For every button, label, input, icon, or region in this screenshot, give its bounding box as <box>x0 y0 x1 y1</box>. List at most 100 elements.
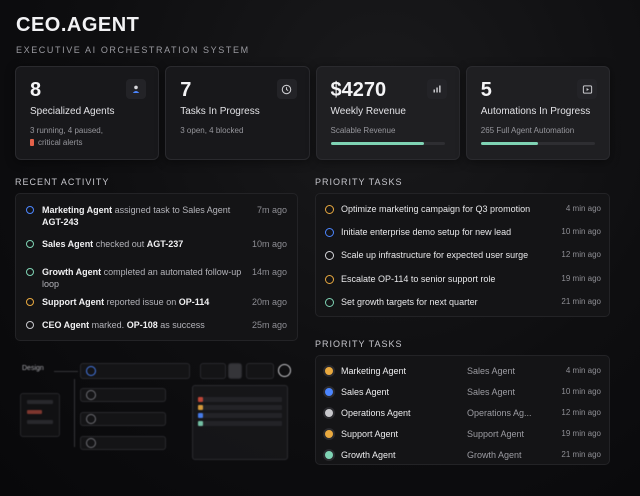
app-title: CEO.AGENT <box>16 14 140 36</box>
priority-tasks-heading: PRIORITY TASKS <box>315 177 403 187</box>
task-time: 4 min ago <box>565 204 601 213</box>
activity-item[interactable]: Growth Agent completed an automated foll… <box>26 266 287 290</box>
stat-alert: critical alerts <box>30 137 144 149</box>
task-name: Escalate OP-114 to senior support role <box>341 274 496 284</box>
stat-card-revenue[interactable]: $4270 Weekly Revenue Scalable Revenue <box>315 66 460 160</box>
workflow-node[interactable] <box>80 363 190 379</box>
activity-item[interactable]: Sales Agent checked out AGT-237 10m ago <box>26 238 287 250</box>
activity-suffix: as success <box>157 320 205 330</box>
workflow-node[interactable] <box>228 363 242 379</box>
agent-row[interactable]: Marketing Agent Sales Agent 4 min ago <box>325 365 601 379</box>
agent-row[interactable]: Support Agent Support Agent 19 min ago <box>325 428 601 442</box>
task-item[interactable]: Initiate enterprise demo setup for new l… <box>325 226 601 240</box>
progress-fill <box>480 142 538 145</box>
agent-name: CEO Agent <box>42 320 90 330</box>
sidebar-line <box>27 410 43 414</box>
activity-item[interactable]: Support Agent reported issue on OP-114 2… <box>26 296 287 308</box>
activity-text: assigned task to Sales Agent <box>112 205 231 215</box>
task-status-icon <box>325 205 334 214</box>
agent-status-icon <box>325 430 333 438</box>
clock-icon[interactable] <box>276 79 297 99</box>
activity-item[interactable]: Marketing Agent assigned task to Sales A… <box>26 204 287 228</box>
stat-label: Weekly Revenue <box>330 106 406 117</box>
agent-role: Support Agent <box>467 429 525 439</box>
activity-time: 7m ago <box>256 205 287 215</box>
ref-id: AGT-237 <box>146 239 184 249</box>
target-icon[interactable] <box>278 364 291 377</box>
status-icon <box>26 206 34 214</box>
activity-time: 25m ago <box>251 320 287 330</box>
agent-role: Sales Agent <box>467 387 516 397</box>
stat-detail: 265 Full Agent Automation <box>480 126 575 135</box>
task-name: Set growth targets for next quarter <box>341 297 478 307</box>
automation-progress-bar <box>480 142 595 145</box>
activity-time: 14m ago <box>251 267 287 277</box>
agent-name: Operations Agent <box>341 408 411 418</box>
task-time: 12 min ago <box>561 250 601 259</box>
task-status-icon <box>325 275 334 284</box>
popup-header <box>193 386 287 394</box>
task-time: 10 min ago <box>561 227 601 236</box>
task-item[interactable]: Scale up infrastructure for expected use… <box>325 249 601 263</box>
task-status-icon <box>325 228 334 237</box>
activity-time: 20m ago <box>251 297 287 307</box>
stat-detail: 3 running, 4 paused, critical alerts <box>30 125 144 149</box>
bar-chart-icon[interactable] <box>426 79 447 99</box>
task-status-icon <box>325 298 334 307</box>
task-name: Initiate enterprise demo setup for new l… <box>341 227 512 237</box>
agent-time: 12 min ago <box>561 408 601 417</box>
agent-time: 21 min ago <box>561 450 601 459</box>
revenue-progress-bar <box>330 142 445 145</box>
status-icon <box>26 321 34 329</box>
workflow-node[interactable] <box>80 436 166 450</box>
agent-row[interactable]: Operations Agent Operations Ag... 12 min… <box>325 407 601 421</box>
play-icon[interactable] <box>577 79 597 99</box>
recent-activity-panel: Marketing Agent assigned task to Sales A… <box>15 193 298 341</box>
ref-id: AGT-243 <box>42 217 79 227</box>
workflow-node[interactable] <box>80 388 166 402</box>
task-item[interactable]: Set growth targets for next quarter 21 m… <box>325 296 601 310</box>
popup-row <box>198 413 282 418</box>
activity-time: 10m ago <box>251 239 287 249</box>
agent-row[interactable]: Growth Agent Growth Agent 21 min ago <box>325 449 601 463</box>
workflow-node[interactable] <box>80 412 166 426</box>
node-icon <box>86 414 96 424</box>
agent-time: 10 min ago <box>561 387 601 396</box>
agent-status-icon <box>325 409 333 417</box>
stat-label: Automations In Progress <box>480 106 591 117</box>
agent-time: 4 min ago <box>565 366 601 375</box>
agent-status-icon <box>325 367 333 375</box>
agent-name: Marketing Agent <box>341 366 407 376</box>
workflow-node[interactable] <box>246 363 274 379</box>
sidebar-line <box>27 400 53 404</box>
workflow-preview[interactable]: Design <box>14 355 304 477</box>
agent-row[interactable]: Sales Agent Sales Agent 10 min ago <box>325 386 601 400</box>
stat-card-agents[interactable]: 8 Specialized Agents 3 running, 4 paused… <box>15 66 160 160</box>
alert-icon <box>30 139 34 147</box>
node-icon <box>86 390 96 400</box>
stat-label: Tasks In Progress <box>180 106 260 117</box>
agent-name: Growth Agent <box>341 450 396 460</box>
agent-role: Sales Agent <box>467 366 516 376</box>
priority-tasks-panel: Optimize marketing campaign for Q3 promo… <box>315 193 610 317</box>
agent-role: Operations Ag... <box>467 408 532 418</box>
activity-text: marked. <box>89 320 127 330</box>
workflow-sidebar <box>20 393 60 437</box>
stats-cards: 8 Specialized Agents 3 running, 4 paused… <box>15 66 610 160</box>
activity-text: checked out <box>93 239 147 249</box>
task-item[interactable]: Escalate OP-114 to senior support role 1… <box>325 273 601 287</box>
workflow-node[interactable] <box>200 363 226 379</box>
agent-name: Support Agent <box>42 297 105 307</box>
task-name: Optimize marketing campaign for Q3 promo… <box>341 204 531 214</box>
status-icon <box>26 240 34 248</box>
task-item[interactable]: Optimize marketing campaign for Q3 promo… <box>325 203 601 217</box>
stat-card-tasks[interactable]: 7 Tasks In Progress 3 open, 4 blocked <box>165 66 310 160</box>
agent-name: Sales Agent <box>341 387 390 397</box>
user-icon[interactable] <box>126 79 147 99</box>
alert-text: critical alerts <box>38 138 83 147</box>
activity-item[interactable]: CEO Agent marked. OP-108 as success 25m … <box>26 319 287 331</box>
workflow-connector <box>74 379 75 447</box>
ref-id: OP-114 <box>178 297 210 307</box>
agent-name: Sales Agent <box>42 239 94 249</box>
stat-card-automations[interactable]: 5 Automations In Progress 265 Full Agent… <box>465 66 610 160</box>
